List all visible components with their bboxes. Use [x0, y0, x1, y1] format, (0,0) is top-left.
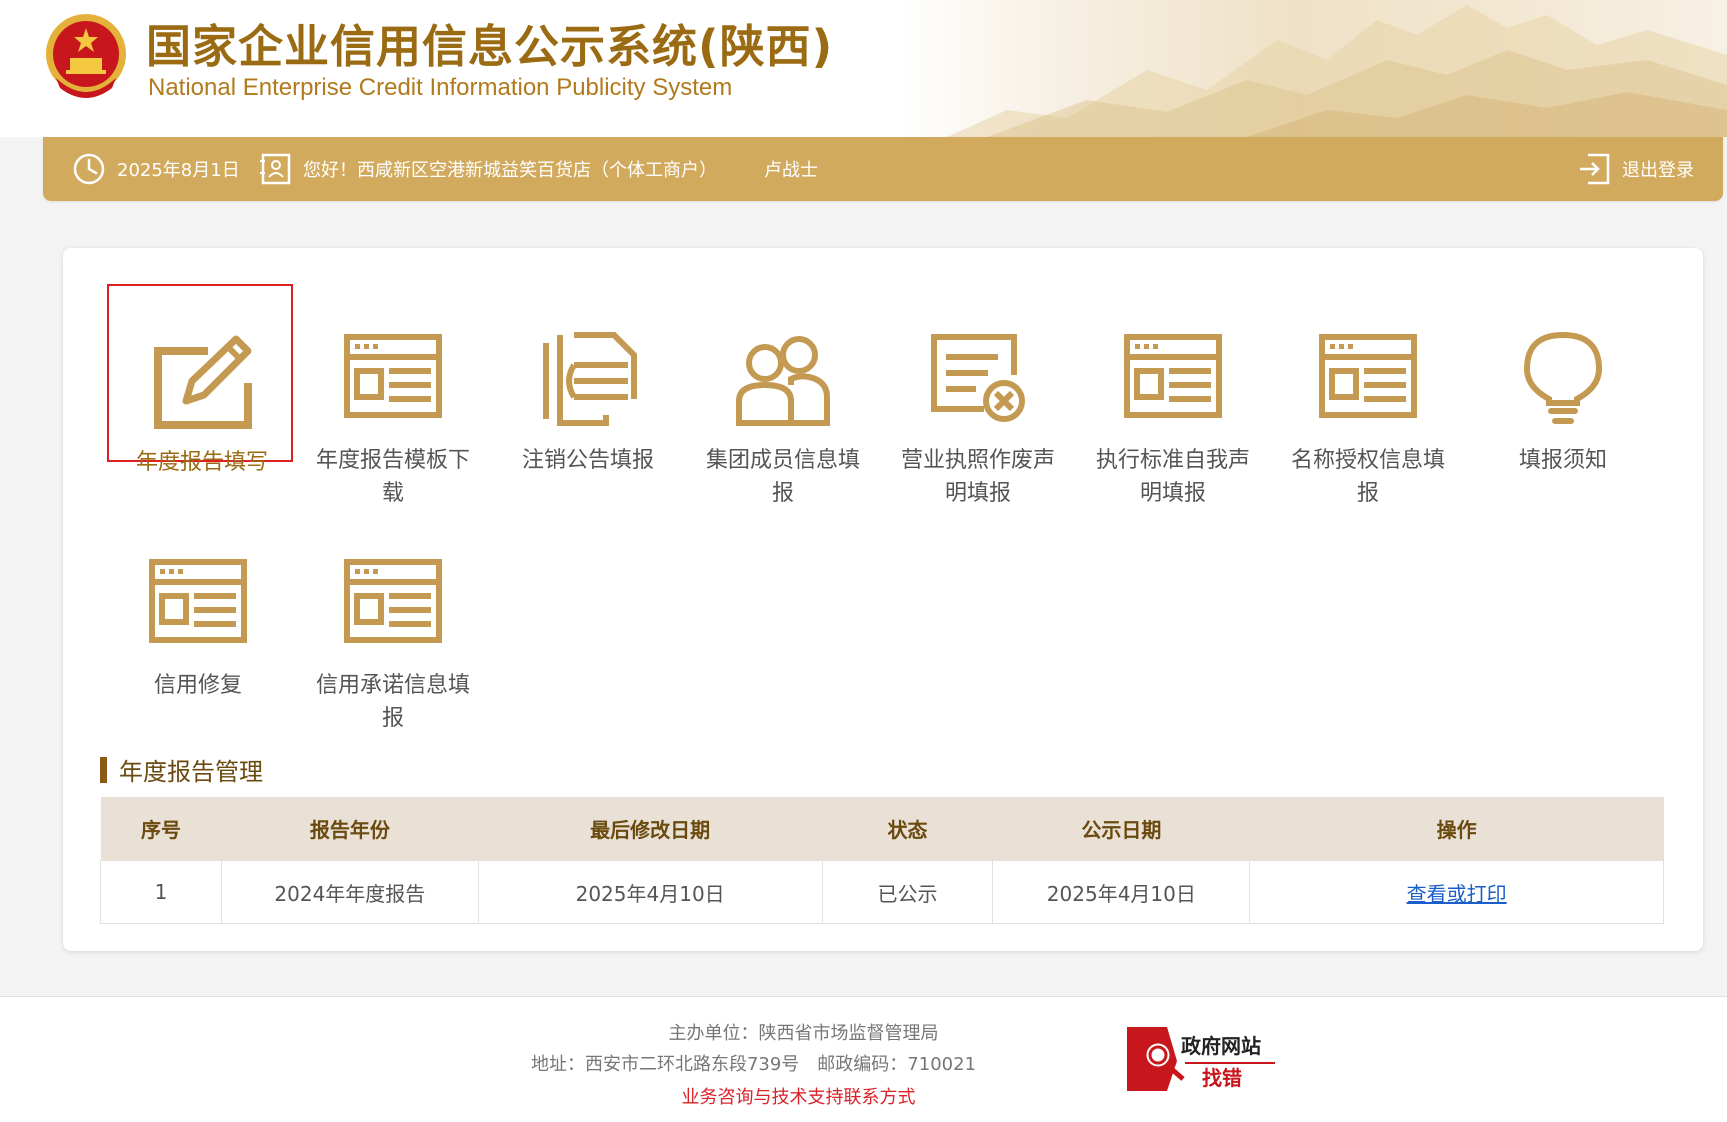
- footer-host: 主办单位：陕西省市场监督管理局: [668, 1023, 939, 1044]
- table-header-row: 序号 报告年份 最后修改日期 状态 公示日期 操作: [100, 797, 1664, 861]
- section-title-bar: [100, 756, 107, 783]
- date-display: 2025年8月1日: [71, 137, 240, 201]
- cell-action: 查看或打印: [1249, 860, 1664, 924]
- tile-label: 年度报告填写: [135, 450, 268, 475]
- user-card-icon: [260, 153, 291, 185]
- footer-address: 地址：西安市二环北路东段739号 邮政编码：710021: [530, 1054, 977, 1075]
- tile-license-void[interactable]: 营业执照作废声明填报: [885, 284, 1071, 506]
- lightbulb-icon: [1523, 331, 1603, 424]
- national-emblem-icon: [46, 14, 126, 98]
- tile-annual-report-fill[interactable]: 年度报告填写: [107, 284, 293, 475]
- site-title-en: National Enterprise Credit Information P…: [148, 74, 733, 101]
- section-title-text: 年度报告管理: [119, 758, 263, 786]
- form-template-icon: [344, 559, 442, 643]
- tile-credit-repair[interactable]: 信用修复: [105, 509, 291, 698]
- tile-standard-declaration[interactable]: 执行标准自我声明填报: [1080, 284, 1266, 506]
- tile-deregistration-notice[interactable]: 注销公告填报: [495, 284, 681, 473]
- section-title-annual-report: 年度报告管理: [100, 752, 263, 787]
- tile-label: 年度报告模板下载: [315, 448, 470, 506]
- mountain-background-image: [947, 5, 1727, 137]
- document-stack-icon: [543, 332, 637, 426]
- badge-line-2: 找错: [1202, 1066, 1242, 1090]
- person-name: 卢战士: [764, 137, 818, 201]
- tile-name-authorization[interactable]: 名称授权信息填报: [1275, 284, 1461, 506]
- tile-filing-instructions[interactable]: 填报须知: [1470, 284, 1656, 473]
- logout-icon: [1580, 153, 1610, 185]
- form-template-icon: [149, 559, 247, 643]
- site-footer: 主办单位：陕西省市场监督管理局 地址：西安市二环北路东段739号 邮政编码：71…: [0, 996, 1727, 1122]
- license-void-icon: [931, 334, 1025, 422]
- clock-icon: [73, 153, 105, 185]
- cell-modified: 2025年4月10日: [477, 860, 823, 924]
- footer-support-link[interactable]: 业务咨询与技术支持联系方式: [0, 1083, 1662, 1109]
- table-row: 1 2024年年度报告 2025年4月10日 已公示 2025年4月10日 查看…: [100, 860, 1664, 924]
- edit-pencil-icon: [154, 335, 252, 429]
- tile-label: 名称授权信息填报: [1290, 448, 1445, 506]
- form-template-icon: [1319, 334, 1417, 418]
- tile-label: 集团成员信息填报: [705, 448, 860, 506]
- view-or-print-link[interactable]: 查看或打印: [1407, 882, 1507, 906]
- tile-label: 注销公告填报: [521, 448, 654, 473]
- tile-group-members[interactable]: 集团成员信息填报: [690, 284, 876, 506]
- tile-annual-report-template[interactable]: 年度报告模板下载: [300, 284, 486, 506]
- tile-credit-commitment[interactable]: 信用承诺信息填报: [300, 509, 486, 731]
- gov-site-error-report-badge[interactable]: 政府网站 找错: [1125, 1021, 1275, 1095]
- badge-line-1: 政府网站: [1181, 1034, 1261, 1058]
- logout-button[interactable]: 退出登录: [1578, 137, 1694, 201]
- tile-label: 填报须知: [1518, 448, 1607, 473]
- col-header-status: 状态: [822, 797, 993, 861]
- cell-index: 1: [100, 860, 222, 924]
- user-greeting: 您好！西咸新区空港新城益笑百货店（个体工商户）: [259, 137, 717, 201]
- tile-label: 信用修复: [153, 673, 242, 698]
- person-name-text: 卢战士: [764, 160, 818, 181]
- site-header: 国家企业信用信息公示系统(陕西) National Enterprise Cre…: [0, 0, 1727, 137]
- cell-status: 已公示: [821, 860, 994, 924]
- form-template-icon: [344, 334, 442, 418]
- site-title-cn: 国家企业信用信息公示系统(陕西): [146, 20, 834, 73]
- form-template-icon: [1124, 334, 1222, 418]
- annual-report-table: 序号 报告年份 最后修改日期 状态 公示日期 操作 1 2024年年度报告 20…: [100, 797, 1664, 924]
- user-bar: 2025年8月1日 您好！西咸新区空港新城益笑百货店（个体工商户） 卢战士 退出…: [43, 137, 1723, 201]
- current-date: 2025年8月1日: [117, 160, 240, 181]
- tile-label: 执行标准自我声明填报: [1095, 448, 1250, 506]
- greeting-text: 您好！西咸新区空港新城益笑百货店（个体工商户）: [303, 160, 717, 181]
- col-header-index: 序号: [100, 797, 222, 861]
- col-header-year: 报告年份: [221, 797, 479, 861]
- col-header-publish-date: 公示日期: [992, 797, 1250, 861]
- col-header-modified: 最后修改日期: [478, 797, 823, 861]
- tile-label: 营业执照作废声明填报: [900, 448, 1055, 506]
- col-header-action: 操作: [1249, 797, 1664, 861]
- cell-publish-date: 2025年4月10日: [992, 860, 1251, 924]
- cell-year: 2024年年度报告: [220, 860, 479, 924]
- logout-label: 退出登录: [1622, 160, 1694, 181]
- tile-label: 信用承诺信息填报: [315, 673, 470, 731]
- group-users-icon: [736, 336, 830, 426]
